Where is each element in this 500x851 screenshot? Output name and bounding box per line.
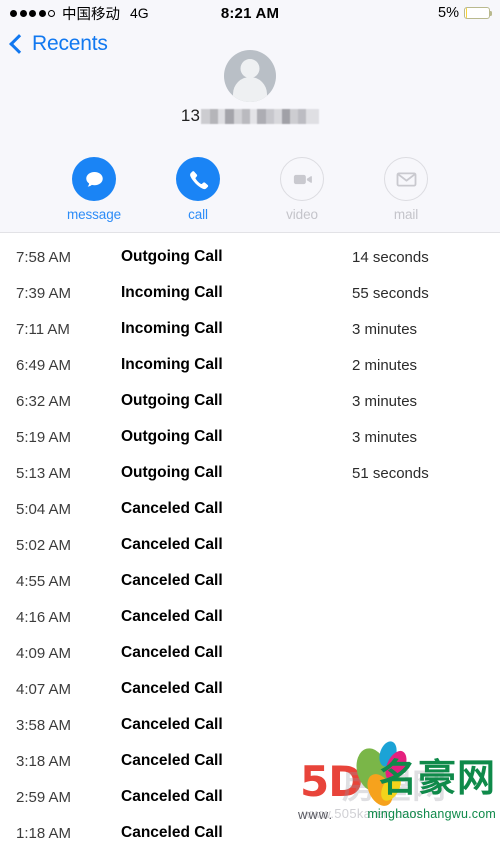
call-type: Outgoing Call — [121, 428, 223, 445]
call-row[interactable]: 4:07 AM Canceled Call — [0, 671, 500, 707]
status-bar: 中国移动 4G 8:21 AM 5% — [0, 0, 500, 26]
action-label-call: call — [188, 207, 208, 222]
call-time: 7:39 AM — [16, 284, 72, 302]
call-time: 6:32 AM — [16, 392, 72, 410]
call-time: 3:58 AM — [16, 716, 72, 734]
battery-percentage: 5% — [438, 5, 459, 21]
call-duration: 3 minutes — [352, 320, 418, 338]
call-type: Canceled Call — [121, 824, 223, 841]
action-label-video: video — [286, 207, 318, 222]
call-row[interactable]: 7:11 AM Incoming Call 3 minutes — [0, 311, 500, 347]
call-time: 3:18 AM — [16, 752, 72, 770]
envelope-icon — [384, 157, 428, 201]
status-bar-right: 5% — [438, 5, 493, 21]
call-type: Canceled Call — [121, 716, 223, 733]
action-mail: mail — [377, 157, 435, 222]
action-call[interactable]: call — [169, 157, 227, 222]
contact-phone-number: 13 — [180, 106, 320, 126]
call-row[interactable]: 7:58 AM Outgoing Call 14 seconds — [0, 239, 500, 275]
call-row[interactable]: 2:59 AM Canceled Call — [0, 779, 500, 815]
message-bubble-icon — [72, 157, 116, 201]
call-type: Canceled Call — [121, 788, 223, 805]
call-type: Outgoing Call — [121, 464, 223, 481]
contact-actions: message call video mail — [0, 157, 500, 224]
call-time: 1:18 AM — [16, 824, 72, 842]
call-duration: 3 minutes — [352, 392, 418, 410]
call-row[interactable]: 4:16 AM Canceled Call — [0, 599, 500, 635]
battery-icon — [464, 6, 493, 20]
person-placeholder-icon — [240, 59, 260, 78]
phone-number-prefix: 13 — [180, 106, 201, 125]
call-type: Outgoing Call — [121, 248, 223, 265]
call-time: 5:04 AM — [16, 500, 72, 518]
call-row[interactable]: 5:04 AM Canceled Call — [0, 491, 500, 527]
call-row[interactable]: 6:32 AM Outgoing Call 3 minutes — [0, 383, 500, 419]
call-time: 4:09 AM — [16, 644, 72, 662]
video-camera-icon — [280, 157, 324, 201]
call-time: 4:55 AM — [16, 572, 72, 590]
call-time: 4:16 AM — [16, 608, 72, 626]
call-time: 5:13 AM — [16, 464, 72, 482]
call-row[interactable]: 4:09 AM Canceled Call — [0, 635, 500, 671]
call-row[interactable]: 4:55 AM Canceled Call — [0, 563, 500, 599]
call-row[interactable]: 1:18 AM Canceled Call — [0, 815, 500, 851]
call-row[interactable]: 3:18 AM Canceled Call — [0, 743, 500, 779]
contact-header: Recents 13 message call video mail — [0, 26, 500, 233]
call-duration: 55 seconds — [352, 284, 429, 302]
call-type: Canceled Call — [121, 536, 223, 553]
call-time: 7:11 AM — [16, 320, 70, 338]
call-duration: 3 minutes — [352, 428, 418, 446]
contact-identity: 13 — [0, 50, 500, 126]
call-time: 5:19 AM — [16, 428, 72, 446]
status-bar-clock: 8:21 AM — [220, 4, 280, 22]
call-row[interactable]: 5:02 AM Canceled Call — [0, 527, 500, 563]
avatar[interactable] — [224, 50, 276, 102]
call-time: 4:07 AM — [16, 680, 72, 698]
call-row[interactable]: 5:19 AM Outgoing Call 3 minutes — [0, 419, 500, 455]
action-label-message: message — [66, 207, 122, 222]
action-video: video — [273, 157, 331, 222]
call-time: 6:49 AM — [16, 356, 72, 374]
call-type: Canceled Call — [121, 644, 223, 661]
call-type: Incoming Call — [121, 320, 223, 337]
call-row[interactable]: 3:58 AM Canceled Call — [0, 707, 500, 743]
call-type: Canceled Call — [121, 752, 223, 769]
phone-number-redacted — [201, 108, 320, 124]
action-message[interactable]: message — [65, 157, 123, 222]
call-duration: 14 seconds — [352, 248, 429, 266]
call-time: 2:59 AM — [16, 788, 72, 806]
call-time: 7:58 AM — [16, 248, 72, 266]
call-type: Incoming Call — [121, 284, 223, 301]
call-duration: 51 seconds — [352, 464, 429, 482]
call-row[interactable]: 7:39 AM Incoming Call 55 seconds — [0, 275, 500, 311]
call-history-list: 7:58 AM Outgoing Call 14 seconds 7:39 AM Inc… — [0, 233, 500, 851]
call-row[interactable]: 6:49 AM Incoming Call 2 minutes — [0, 347, 500, 383]
call-duration: 2 minutes — [352, 356, 418, 374]
call-type: Canceled Call — [121, 500, 223, 517]
call-type: Canceled Call — [121, 572, 223, 589]
action-label-mail: mail — [393, 207, 419, 222]
call-time: 5:02 AM — [16, 536, 72, 554]
call-row[interactable]: 5:13 AM Outgoing Call 51 seconds — [0, 455, 500, 491]
call-type: Canceled Call — [121, 608, 223, 625]
call-type: Outgoing Call — [121, 392, 223, 409]
phone-handset-icon — [176, 157, 220, 201]
call-type: Canceled Call — [121, 680, 223, 697]
call-type: Incoming Call — [121, 356, 223, 373]
